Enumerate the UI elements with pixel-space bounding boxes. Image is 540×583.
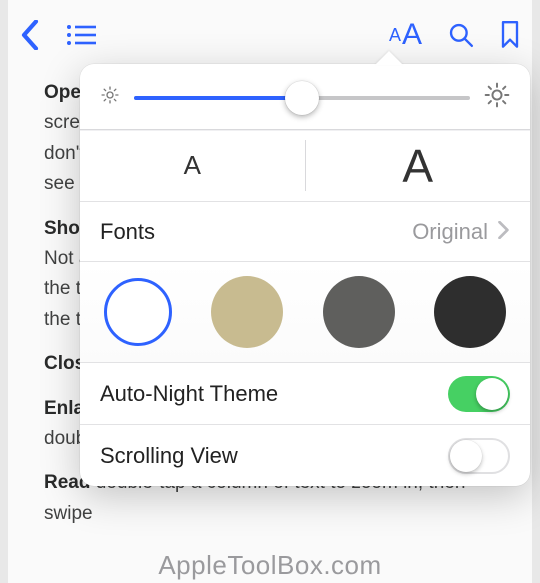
auto-night-row: Auto-Night Theme bbox=[80, 362, 530, 424]
bookmark-icon[interactable] bbox=[500, 21, 520, 49]
theme-row bbox=[80, 261, 530, 362]
fonts-label: Fonts bbox=[100, 219, 155, 245]
slider-thumb[interactable] bbox=[285, 81, 319, 115]
theme-white[interactable] bbox=[104, 278, 172, 346]
brightness-slider[interactable] bbox=[134, 96, 470, 100]
back-icon[interactable] bbox=[20, 20, 40, 50]
font-size-row: A A bbox=[80, 129, 530, 201]
font-larger-button[interactable]: A bbox=[306, 130, 531, 201]
font-smaller-button[interactable]: A bbox=[80, 130, 305, 201]
scrolling-toggle[interactable] bbox=[448, 438, 510, 474]
fonts-value: Original bbox=[412, 219, 488, 245]
auto-night-label: Auto-Night Theme bbox=[100, 381, 448, 407]
brightness-high-icon bbox=[484, 82, 510, 113]
theme-gray[interactable] bbox=[323, 276, 395, 348]
brightness-low-icon bbox=[100, 85, 120, 110]
theme-sepia[interactable] bbox=[211, 276, 283, 348]
theme-night[interactable] bbox=[434, 276, 506, 348]
search-icon[interactable] bbox=[448, 22, 474, 48]
chevron-right-icon bbox=[498, 219, 510, 245]
appearance-popover: A A Fonts Original Auto-Night Theme Scro… bbox=[80, 64, 530, 486]
auto-night-toggle[interactable] bbox=[448, 376, 510, 412]
appearance-icon[interactable]: AA bbox=[389, 18, 422, 52]
scrolling-row: Scrolling View bbox=[80, 424, 530, 486]
contents-icon[interactable] bbox=[66, 23, 96, 47]
watermark: AppleToolBox.com bbox=[8, 550, 532, 581]
brightness-row bbox=[80, 64, 530, 129]
fonts-row[interactable]: Fonts Original bbox=[80, 201, 530, 261]
scrolling-label: Scrolling View bbox=[100, 443, 448, 469]
toolbar: AA bbox=[8, 8, 532, 62]
